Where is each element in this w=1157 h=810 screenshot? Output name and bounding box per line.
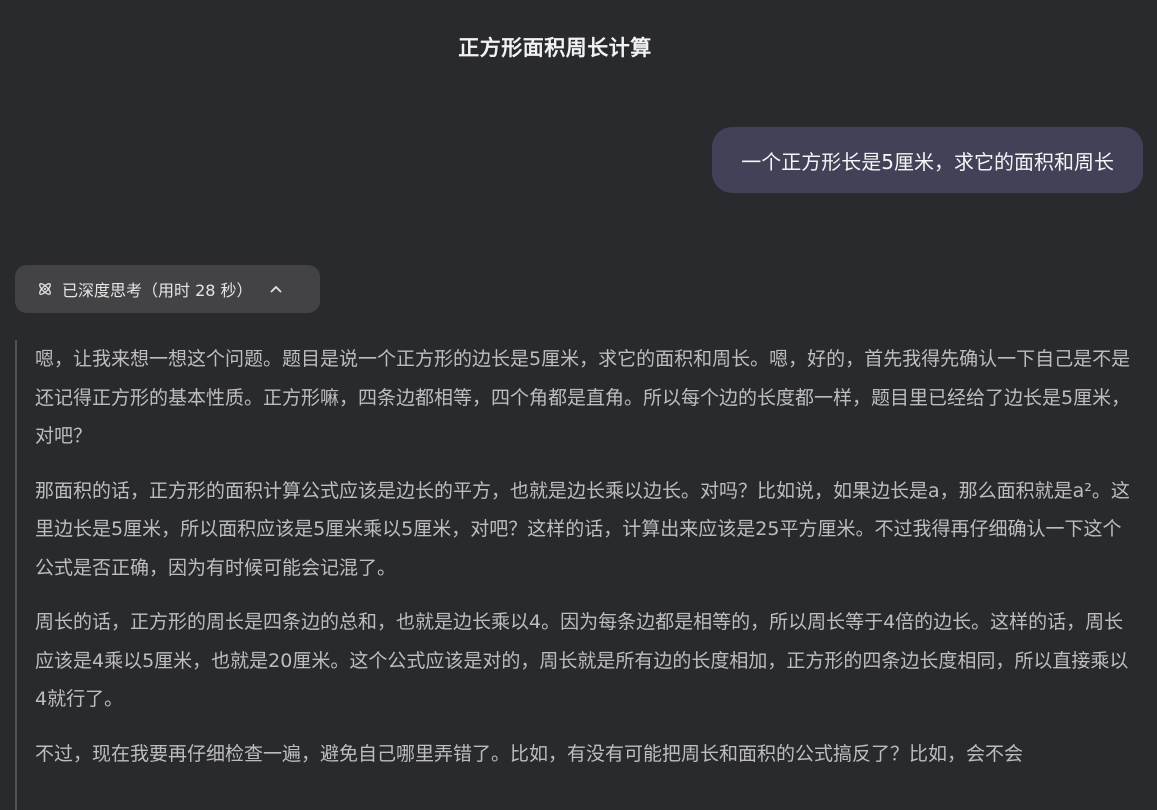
user-message-text: 一个正方形长是5厘米，求它的面积和周长 [741, 149, 1114, 174]
deep-thinking-label: 已深度思考（用时 28 秒） [62, 281, 253, 300]
thinking-paragraph: 嗯，让我来想一想这个问题。题目是说一个正方形的边长是5厘米，求它的面积和周长。嗯… [35, 348, 1131, 447]
thinking-content: 嗯，让我来想一想这个问题。题目是说一个正方形的边长是5厘米，求它的面积和周长。嗯… [15, 340, 1140, 810]
atom-icon [37, 281, 53, 297]
thinking-paragraph: 周长的话，正方形的周长是四条边的总和，也就是边长乘以4。因为每条边都是相等的，所… [35, 611, 1129, 710]
deep-thinking-toggle-button[interactable]: 已深度思考（用时 28 秒） [15, 265, 320, 313]
chevron-up-icon [269, 282, 283, 296]
user-message-bubble: 一个正方形长是5厘米，求它的面积和周长 [712, 127, 1143, 193]
conversation-title: 正方形面积周长计算 [458, 36, 652, 60]
thinking-paragraph: 那面积的话，正方形的面积计算公式应该是边长的平方，也就是边长乘以边长。对吗？比如… [35, 479, 1130, 579]
thinking-paragraph: 不过，现在我要再仔细检查一遍，避免自己哪里弄错了。比如，有没有可能把周长和面积的… [35, 742, 1024, 765]
